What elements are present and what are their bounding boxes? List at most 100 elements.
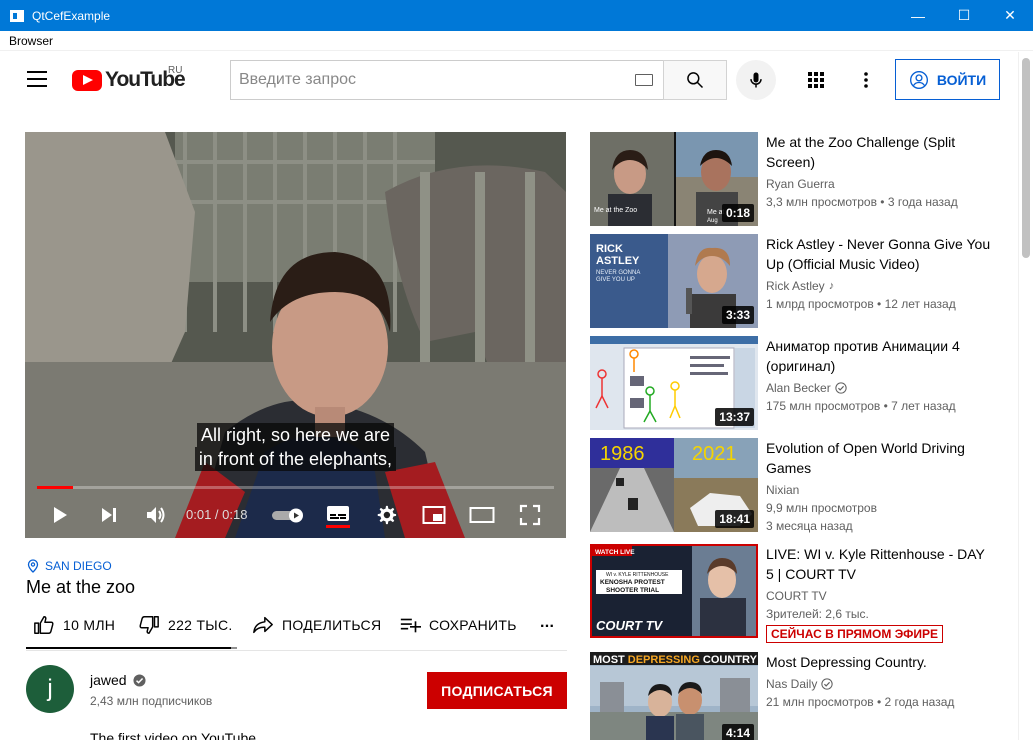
related-item[interactable]: Me at the Zoo Me at Aug 0:18 Me at the Z… <box>590 132 1010 226</box>
thumb-overlay-text: Me at the Zoo <box>594 207 637 214</box>
video-actions: 10 МЛН 222 ТЫС. ПОДЕЛИТЬСЯ СОХРАНИТЬ ... <box>26 610 567 650</box>
related-thumbnail[interactable]: RICK ASTLEY NEVER GONNA GIVE YOU UP 3:33 <box>590 234 758 328</box>
location-link[interactable]: SAN DIEGO <box>27 559 112 573</box>
settings-button[interactable] <box>371 500 401 530</box>
play-icon <box>54 507 67 523</box>
thumb-overlay-text: KENOSHA PROTEST <box>600 579 665 586</box>
related-thumbnail[interactable]: Me at the Zoo Me at Aug 0:18 <box>590 132 758 226</box>
share-button[interactable]: ПОДЕЛИТЬСЯ <box>252 614 381 636</box>
like-button[interactable]: 10 МЛН <box>33 614 115 636</box>
divider <box>26 650 567 651</box>
minimize-button[interactable]: — <box>895 0 941 31</box>
related-channel[interactable]: Ryan Guerra <box>766 177 835 191</box>
sentiment-bar <box>26 647 237 649</box>
video-duration: 4:14 <box>721 724 754 740</box>
related-title[interactable]: LIVE: WI v. Kyle Rittenhouse - DAY 5 | C… <box>766 544 996 584</box>
skip-next-icon <box>102 508 116 522</box>
current-time: 0:01 <box>186 507 212 522</box>
related-item[interactable]: MOST DEPRESSING COUNTRY 4:14 Most Depressi… <box>590 652 1010 740</box>
search-button[interactable] <box>663 60 727 100</box>
channel-name[interactable]: jawed <box>90 672 146 688</box>
related-channel[interactable]: Alan Becker <box>766 381 847 395</box>
playlist-add-icon <box>400 618 421 633</box>
verified-badge-icon <box>133 673 146 687</box>
related-title[interactable]: Me at the Zoo Challenge (Split Screen) <box>766 132 996 172</box>
keyboard-icon[interactable] <box>635 74 653 86</box>
search-icon <box>687 72 704 89</box>
thumb-overlay-text: ASTLEY <box>596 255 640 267</box>
progress-bar[interactable] <box>37 486 554 489</box>
scrollbar[interactable] <box>1018 52 1032 740</box>
browser-viewport: YouTube RU Введите запрос ВОЙТИ All righ… <box>1 52 1032 740</box>
related-meta-date: 3 месяца назад <box>766 519 853 533</box>
sentiment-bar-fill <box>26 647 231 649</box>
more-vertical-icon <box>864 72 868 88</box>
voice-search-button[interactable] <box>736 60 776 100</box>
video-owner: j jawed 2,43 млн подписчиков ПОДПИСАТЬСЯ <box>26 665 567 715</box>
related-thumbnail[interactable]: 1986 2021 18:41 <box>590 438 758 532</box>
related-channel[interactable]: Nixian <box>766 483 799 497</box>
autoplay-toggle[interactable] <box>271 500 305 530</box>
video-duration: 18:41 <box>715 510 754 528</box>
maximize-button[interactable]: ☐ <box>941 0 987 31</box>
next-button[interactable] <box>94 500 124 530</box>
related-title[interactable]: Аниматор против Анимации 4 (оригинал) <box>766 336 996 376</box>
channel-avatar[interactable]: j <box>26 665 74 713</box>
subscriber-count: 2,43 млн подписчиков <box>90 694 213 708</box>
related-title[interactable]: Evolution of Open World Driving Games <box>766 438 996 478</box>
thumb-overlay-text: GIVE YOU UP <box>596 277 635 283</box>
search-input[interactable]: Введите запрос <box>230 60 663 100</box>
subtitles-icon <box>326 506 350 528</box>
related-thumbnail[interactable]: MOST DEPRESSING COUNTRY 4:14 <box>590 652 758 740</box>
related-meta: 21 млн просмотров • 2 года назад <box>766 695 955 709</box>
related-item[interactable]: WATCH LIVE WI v. KYLE RITTENHOUSE KENOSH… <box>590 544 1010 643</box>
related-meta: 9,9 млн просмотров <box>766 501 877 515</box>
related-channel[interactable]: Rick Astley ♪ <box>766 279 834 293</box>
video-duration: 13:37 <box>715 408 754 426</box>
more-actions-button[interactable]: ... <box>540 614 554 632</box>
signin-button[interactable]: ВОЙТИ <box>895 59 1000 100</box>
related-thumbnail[interactable]: WATCH LIVE WI v. KYLE RITTENHOUSE KENOSH… <box>590 544 758 638</box>
apps-button[interactable] <box>804 68 828 92</box>
related-item[interactable]: 13:37 Аниматор против Анимации 4 (оригин… <box>590 336 1010 430</box>
related-channel[interactable]: Nas Daily <box>766 677 834 691</box>
related-title[interactable]: Rick Astley - Never Gonna Give You Up (O… <box>766 234 996 274</box>
window-titlebar[interactable]: QtCefExample — ☐ ✕ <box>0 0 1033 31</box>
settings-more-button[interactable] <box>854 68 878 92</box>
related-thumbnail[interactable]: 13:37 <box>590 336 758 430</box>
mute-button[interactable] <box>141 500 171 530</box>
menu-browser[interactable]: Browser <box>9 34 53 48</box>
related-item[interactable]: RICK ASTLEY NEVER GONNA GIVE YOU UP 3:33… <box>590 234 1010 328</box>
close-button[interactable]: ✕ <box>987 0 1033 31</box>
video-duration: 3:33 <box>721 306 754 324</box>
theater-mode-button[interactable] <box>467 500 497 530</box>
verified-badge-icon <box>821 678 834 690</box>
related-meta: 1 млрд просмотров • 12 лет назад <box>766 297 956 311</box>
thumb-overlay-text: 2021 <box>692 443 737 465</box>
video-frame <box>25 132 566 538</box>
region-code: RU <box>168 65 183 76</box>
scrollbar-thumb[interactable] <box>1022 58 1030 258</box>
gear-icon <box>377 505 397 525</box>
hamburger-menu-icon[interactable] <box>27 71 47 87</box>
fullscreen-icon <box>519 504 541 526</box>
related-title[interactable]: Most Depressing Country. <box>766 652 996 672</box>
search-placeholder: Введите запрос <box>239 71 356 88</box>
subscribe-button[interactable]: ПОДПИСАТЬСЯ <box>427 672 567 709</box>
thumb-overlay-text: SHOOTER TRIAL <box>606 587 659 594</box>
related-item[interactable]: 1986 2021 18:41 Evolution of Open World … <box>590 438 1010 533</box>
thumbnail-image: WATCH LIVE WI v. KYLE RITTENHOUSE KENOSH… <box>592 546 756 636</box>
youtube-play-icon <box>72 69 102 91</box>
signin-label: ВОЙТИ <box>936 71 987 88</box>
youtube-logo[interactable]: YouTube RU <box>72 65 186 92</box>
miniplayer-button[interactable] <box>419 500 449 530</box>
fullscreen-button[interactable] <box>515 500 545 530</box>
dislike-button[interactable]: 222 ТЫС. <box>138 614 233 636</box>
related-meta: 175 млн просмотров • 7 лет назад <box>766 399 956 413</box>
play-button[interactable] <box>45 500 75 530</box>
thumb-overlay-text: NEVER GONNA <box>596 270 640 276</box>
video-player[interactable]: All right, so here we are in front of th… <box>25 132 566 538</box>
related-channel[interactable]: COURT TV <box>766 589 827 603</box>
save-button[interactable]: СОХРАНИТЬ <box>399 614 517 636</box>
subtitles-button[interactable] <box>323 500 353 530</box>
